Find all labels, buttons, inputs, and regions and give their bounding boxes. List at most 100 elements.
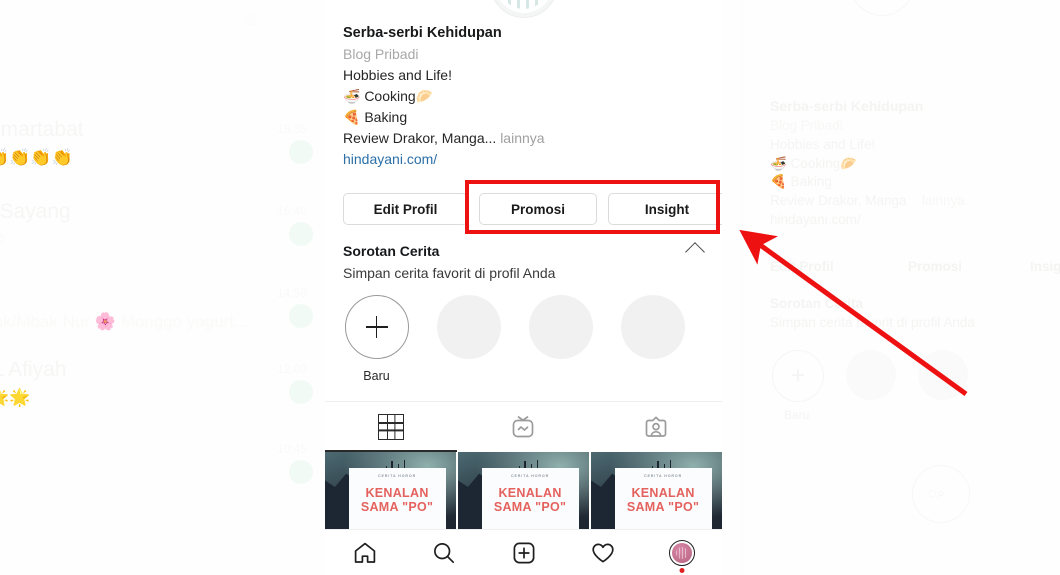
chat-unread-badge xyxy=(289,460,313,484)
ghost-highlight-placeholder xyxy=(846,350,896,400)
post-grid: CERITA HOROR KENALAN SAMA "PO" CERITA HO… xyxy=(325,452,722,530)
list-item[interactable]: ermartabat 👏👏👏👏 18:35 1 xyxy=(0,118,325,188)
divider xyxy=(0,352,325,353)
grid-icon xyxy=(378,414,405,440)
post-thumbnail[interactable]: CERITA HOROR KENALAN SAMA "PO" xyxy=(591,452,722,530)
ghost-profile-name: Serba-serbi Kehidupan xyxy=(770,98,924,114)
ghost-bio-truncated: Review Drakor, Manga xyxy=(770,193,907,208)
avatar-icon[interactable] xyxy=(669,539,696,573)
tab-igtv[interactable] xyxy=(457,402,589,452)
highlight-placeholder[interactable] xyxy=(528,295,593,359)
plus-square-icon xyxy=(513,542,534,563)
content-tab-bar xyxy=(325,401,722,452)
chat-time: 14:59 xyxy=(276,286,307,300)
ghost-bio-line: Hobbies and Life! xyxy=(770,137,876,152)
nav-activity[interactable] xyxy=(563,540,642,566)
chat-preview: 😊 xyxy=(0,230,6,250)
ghost-website: hindayani.com/ xyxy=(770,212,861,227)
add-highlight-circle[interactable] xyxy=(344,295,409,359)
camera-icon: ◎ xyxy=(199,10,212,26)
chat-time: 18:35 xyxy=(276,122,307,136)
chat-time: 10:45 xyxy=(276,442,307,456)
divider xyxy=(0,430,325,431)
instagram-profile-panel: Serba-serbi Kehidupan Blog Pribadi Hobbi… xyxy=(325,0,722,575)
post-title: KENALAN SAMA "PO" xyxy=(493,486,567,515)
ghost-bio-more: lainnya xyxy=(922,193,965,208)
chat-unread-badge: 1 xyxy=(289,140,313,164)
bio-line: Hobbies and Life! xyxy=(343,67,452,83)
nav-add[interactable] xyxy=(484,540,563,566)
post-thumbnail[interactable]: CERITA HOROR KENALAN SAMA "PO" xyxy=(458,452,589,530)
chat-preview: ruk/Mbak Nur 🌸 Monggo yogurt... xyxy=(0,312,249,331)
highlight-placeholder[interactable] xyxy=(436,295,501,359)
story-highlights-header: Sorotan Cerita Simpan cerita favorit di … xyxy=(343,241,708,284)
nav-search[interactable] xyxy=(404,540,483,566)
insight-button[interactable]: Insight xyxy=(608,193,722,225)
list-item[interactable]: n Sayang 😊 16:40 xyxy=(0,200,325,270)
list-item[interactable] xyxy=(619,295,686,383)
ghost-highlights-subtitle: Simpan cerita favorit di profil Anda xyxy=(770,315,975,330)
ghost-highlight-label: Baru xyxy=(784,408,810,422)
post-card: CERITA HOROR KENALAN SAMA "PO" xyxy=(614,467,712,530)
chat-name: ermartabat xyxy=(0,118,84,141)
bio-line: 🍕 Baking xyxy=(343,109,408,125)
heart-icon xyxy=(592,543,614,562)
igtv-icon xyxy=(510,414,536,440)
tagged-person-icon xyxy=(643,414,669,440)
nav-home[interactable] xyxy=(325,540,404,566)
ghost-edge xyxy=(742,0,743,575)
list-item[interactable] xyxy=(527,295,594,383)
chat-unread-badge xyxy=(289,380,313,404)
ghost-search-icon: ◌⌕ xyxy=(928,485,946,502)
message-icon: ▤ xyxy=(243,10,257,26)
ghost-button-label: Insight xyxy=(1030,259,1060,274)
profile-action-buttons: Edit Profil Promosi Insight xyxy=(343,193,722,225)
list-item[interactable] xyxy=(435,295,502,383)
chat-time: 12:09 xyxy=(276,362,307,376)
bio-line-truncated: Review Drakor, Manga... lainnya xyxy=(343,128,708,149)
chat-preview: 🌟🌟 xyxy=(0,388,31,407)
list-item[interactable]: 10:45 xyxy=(0,438,325,508)
post-thumbnail[interactable]: CERITA HOROR KENALAN SAMA "PO" xyxy=(325,452,456,530)
avatar-image xyxy=(672,542,693,563)
plus-icon xyxy=(365,316,388,338)
profile-website-link[interactable]: hindayani.com/ xyxy=(343,149,708,170)
tab-tagged[interactable] xyxy=(590,402,722,452)
chat-unread-badge: 2 xyxy=(289,304,313,328)
divider xyxy=(0,270,325,271)
story-highlights-subtitle: Simpan cerita favorit di profil Anda xyxy=(343,265,556,281)
background-right-faded-profile: Serba-serbi Kehidupan Blog Pribadi Hobbi… xyxy=(722,0,1060,575)
post-card: CERITA HOROR KENALAN SAMA "PO" xyxy=(348,467,446,530)
post-eyebrow: CERITA HOROR xyxy=(643,474,683,479)
story-highlights-row: Baru xyxy=(343,295,686,383)
list-item[interactable]: 0 ruk/Mbak Nur 🌸 Monggo yogurt... 14:59 … xyxy=(0,282,325,352)
promosi-button[interactable]: Promosi xyxy=(479,193,597,225)
highlight-placeholder[interactable] xyxy=(620,295,685,359)
tab-grid[interactable] xyxy=(325,402,458,452)
ghost-profile-category: Blog Pribadi xyxy=(770,118,843,133)
ghost-add-highlight: + xyxy=(772,350,824,402)
chat-name: n Sayang xyxy=(0,200,71,223)
overflow-menu-icon: ⋮ xyxy=(287,10,301,26)
post-title: KENALAN SAMA "PO" xyxy=(626,486,700,515)
nav-profile[interactable] xyxy=(643,539,722,573)
edit-profile-button[interactable]: Edit Profil xyxy=(343,193,468,225)
bio-truncated-text: Review Drakor, Manga... xyxy=(343,130,497,146)
bio-more-link[interactable]: lainnya xyxy=(500,130,544,146)
ghost-button-label: Promosi xyxy=(908,259,963,274)
divider xyxy=(0,193,325,194)
avatar[interactable] xyxy=(489,0,558,18)
page-title: Serba-serbi Kehidupan xyxy=(343,25,502,41)
post-card: CERITA HOROR KENALAN SAMA "PO" xyxy=(481,467,579,530)
post-title: KENALAN SAMA "PO" xyxy=(360,486,434,515)
chat-name: JL Afiyah xyxy=(0,358,67,381)
search-icon xyxy=(434,542,455,563)
ghost-highlights-title: Sorotan Cerita xyxy=(770,296,864,311)
post-eyebrow: CERITA HOROR xyxy=(377,474,417,479)
ghost-bio-line: 🍜 Cooking🥟 xyxy=(770,156,857,171)
highlight-new[interactable]: Baru xyxy=(343,295,410,383)
story-highlights-title: Sorotan Cerita xyxy=(343,243,440,259)
chat-preview: 👏👏👏👏 xyxy=(0,148,73,167)
home-icon xyxy=(354,542,375,563)
list-item[interactable]: JL Afiyah 🌟🌟 12:09 xyxy=(0,358,325,428)
